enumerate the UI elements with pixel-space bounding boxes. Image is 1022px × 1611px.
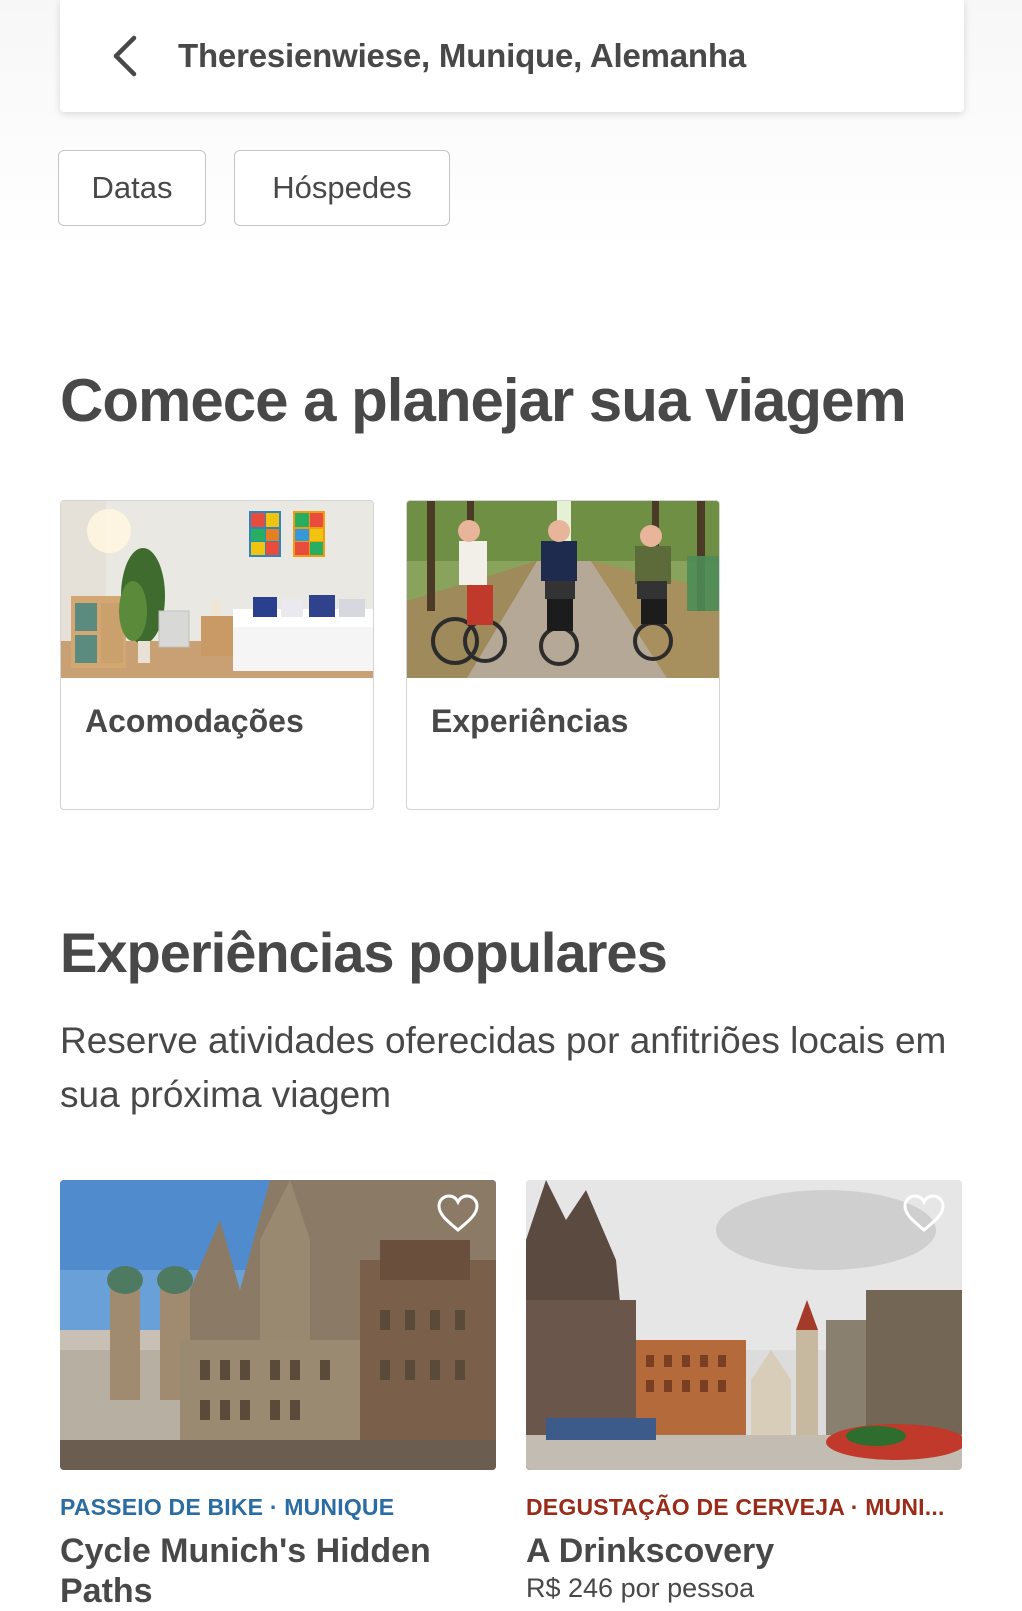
experience-category: PASSEIO DE BIKE · MUNIQUE bbox=[60, 1494, 395, 1520]
experience-photo bbox=[60, 1180, 496, 1470]
experience-photo bbox=[526, 1180, 962, 1470]
munich-townhall-photo bbox=[60, 1180, 496, 1470]
experience-category: DEGUSTAÇÃO DE CERVEJA · MUNI... bbox=[526, 1494, 945, 1520]
heart-outline-icon[interactable] bbox=[436, 1194, 480, 1234]
search-location[interactable]: Theresienwiese, Munique, Alemanha bbox=[178, 37, 746, 75]
experience-title: Cycle Munich's Hidden Paths bbox=[60, 1532, 431, 1610]
stays-photo bbox=[61, 501, 373, 678]
experiences-card-label: Experiências bbox=[431, 703, 629, 739]
experience-card[interactable]: DEGUSTAÇÃO DE CERVEJA · MUNI... A Drinks… bbox=[526, 1180, 962, 1604]
guests-filter-button[interactable]: Hóspedes bbox=[234, 150, 450, 226]
stays-card[interactable]: Acomodações bbox=[60, 500, 374, 810]
experiences-card[interactable]: Experiências bbox=[406, 500, 720, 810]
popular-section-subtitle: Reserve atividades oferecidas por anfitr… bbox=[60, 1020, 947, 1115]
experience-price: R$ 246 por pessoa bbox=[526, 1573, 755, 1603]
experience-title: A Drinkscovery bbox=[526, 1532, 775, 1570]
experiences-photo bbox=[407, 501, 719, 678]
experience-card[interactable]: PASSEIO DE BIKE · MUNIQUE Cycle Munich's… bbox=[60, 1180, 496, 1611]
chevron-left-icon bbox=[113, 35, 137, 77]
dates-filter-button[interactable]: Datas bbox=[58, 150, 206, 226]
back-button[interactable] bbox=[100, 32, 148, 80]
popular-section-title: Experiências populares bbox=[60, 921, 668, 984]
stays-card-label: Acomodações bbox=[85, 703, 304, 739]
search-bar[interactable]: Theresienwiese, Munique, Alemanha bbox=[60, 0, 964, 112]
plan-section-title: Comece a planejar sua viagem bbox=[60, 367, 907, 434]
marienplatz-photo bbox=[526, 1180, 962, 1470]
heart-outline-icon[interactable] bbox=[902, 1194, 946, 1234]
